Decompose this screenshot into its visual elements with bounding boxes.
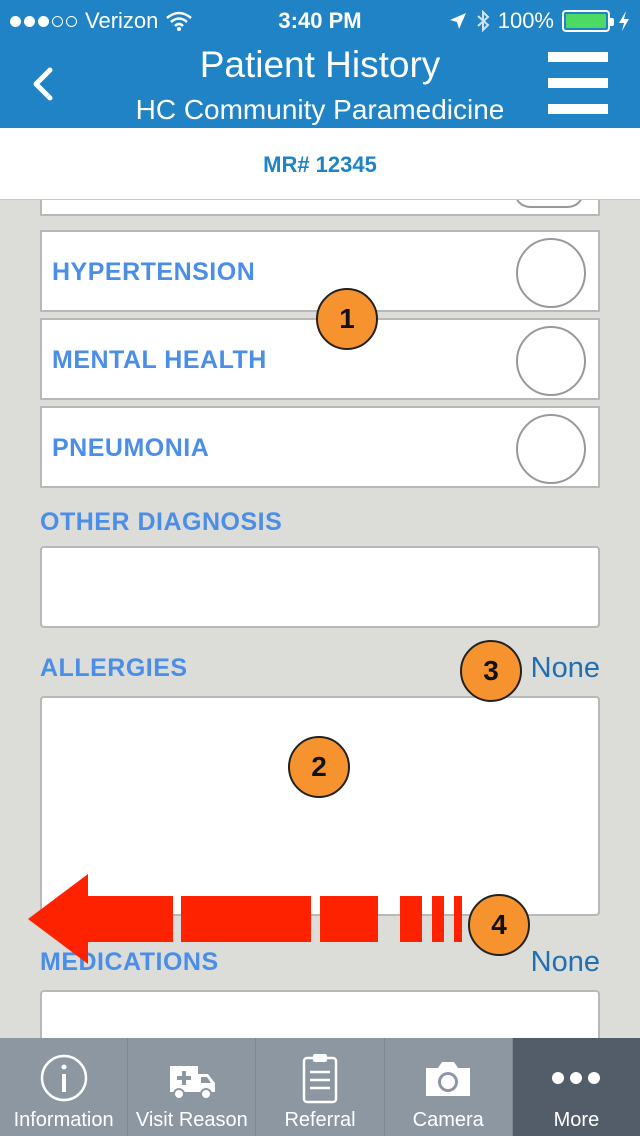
mr-number: MR# 12345 [263,152,377,177]
tab-referral[interactable]: Referral [255,1038,383,1136]
battery-icon [562,10,614,32]
swipe-left-arrow-icon [28,874,462,964]
battery-percent: 100% [497,8,554,33]
hamburger-menu-icon [548,52,608,62]
diagnosis-radio[interactable] [516,326,586,396]
status-bar: Verizon 3:40 PM 100% [0,0,640,40]
allergies-none-button[interactable]: None [531,652,600,685]
tab-label: Camera [412,1109,484,1131]
more-dots-icon [552,1072,601,1084]
tab-label: Referral [284,1109,356,1131]
app-header: Verizon 3:40 PM 100% Patient History HC … [0,0,640,128]
tab-visit-reason[interactable]: Visit Reason [127,1038,255,1136]
record-bar: MR# 12345 [0,128,640,200]
bluetooth-icon [477,10,490,32]
bottom-tab-bar: Information Visit Reason Referral Camera… [0,1038,640,1136]
diagnosis-radio[interactable] [516,238,586,308]
annotation-badge-3: 3 [460,640,522,702]
tab-camera[interactable]: Camera [383,1038,512,1136]
medications-field[interactable] [40,990,600,1038]
diagnosis-radio[interactable] [516,414,586,484]
other-diagnosis-field[interactable] [40,546,600,628]
partially-hidden-row[interactable] [40,200,600,216]
annotation-badge-1: 1 [316,288,378,350]
diagnosis-row-pneumonia[interactable]: PNEUMONIA [40,406,600,488]
diagnosis-label: PNEUMONIA [52,434,210,462]
tab-information[interactable]: Information [0,1038,127,1136]
allergies-label: ALLERGIES [40,654,188,682]
tab-label: Information [13,1109,114,1131]
medications-none-button[interactable]: None [531,946,600,979]
charging-bolt-icon [619,11,629,31]
diagnosis-label: HYPERTENSION [52,258,256,286]
menu-button[interactable] [548,52,608,114]
tab-label: More [553,1109,600,1131]
diagnosis-label: MENTAL HEALTH [52,346,267,374]
info-icon [40,1054,87,1102]
camera-icon [426,1062,471,1096]
ambulance-icon [169,1066,215,1100]
page-subtitle: HC Community Paramedicine [135,94,505,125]
annotation-badge-4: 4 [468,894,530,956]
other-diagnosis-label: OTHER DIAGNOSIS [40,508,283,536]
page-title: Patient History [199,44,441,85]
tab-label: Visit Reason [135,1109,248,1131]
location-arrow-icon [449,13,466,29]
clipboard-icon [302,1054,338,1104]
annotation-badge-2: 2 [288,736,350,798]
tab-more[interactable]: More [511,1038,640,1136]
diagnosis-row-hypertension[interactable]: HYPERTENSION [40,230,600,312]
patient-history-form[interactable]: HYPERTENSION MENTAL HEALTH PNEUMONIA OTH… [0,200,640,1038]
